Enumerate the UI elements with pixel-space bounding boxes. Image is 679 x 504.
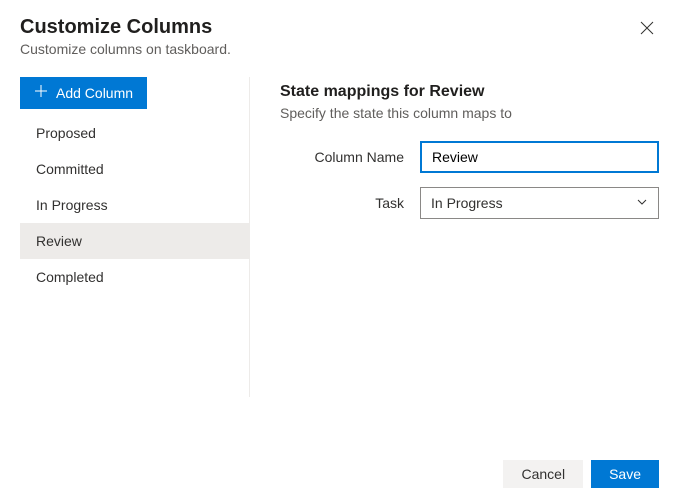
column-item-in-progress[interactable]: In Progress	[20, 187, 249, 223]
cancel-button[interactable]: Cancel	[503, 460, 583, 488]
task-select-display: In Progress	[420, 187, 659, 219]
column-item-proposed[interactable]: Proposed	[20, 115, 249, 151]
column-item-label: Proposed	[36, 125, 96, 141]
plus-icon	[34, 84, 48, 102]
dialog-footer: Cancel Save	[20, 444, 659, 488]
task-label: Task	[280, 195, 420, 211]
dialog-subtitle: Customize columns on taskboard.	[20, 41, 231, 57]
column-name-input[interactable]	[420, 141, 659, 173]
columns-sidebar: Add Column Proposed Committed In Progres…	[20, 77, 250, 397]
column-item-label: Committed	[36, 161, 104, 177]
dialog-body: Add Column Proposed Committed In Progres…	[20, 77, 659, 444]
save-button[interactable]: Save	[591, 460, 659, 488]
header-text: Customize Columns Customize columns on t…	[20, 16, 231, 57]
column-item-label: Completed	[36, 269, 104, 285]
column-item-committed[interactable]: Committed	[20, 151, 249, 187]
column-item-review[interactable]: Review	[20, 223, 249, 259]
column-name-label: Column Name	[280, 149, 420, 165]
task-select-value: In Progress	[431, 195, 503, 211]
add-column-label: Add Column	[56, 85, 133, 101]
column-list: Proposed Committed In Progress Review Co…	[20, 115, 249, 295]
panel-subtitle: Specify the state this column maps to	[280, 105, 659, 121]
task-row: Task In Progress	[280, 187, 659, 219]
close-button[interactable]	[635, 16, 659, 40]
column-name-row: Column Name	[280, 141, 659, 173]
column-item-label: In Progress	[36, 197, 108, 213]
main-panel: State mappings for Review Specify the st…	[250, 77, 659, 444]
dialog-title: Customize Columns	[20, 16, 231, 39]
panel-heading: State mappings for Review	[280, 83, 659, 101]
chevron-down-icon	[636, 195, 648, 211]
dialog-header: Customize Columns Customize columns on t…	[20, 16, 659, 57]
customize-columns-dialog: Customize Columns Customize columns on t…	[0, 0, 679, 504]
column-item-label: Review	[36, 233, 82, 249]
task-select[interactable]: In Progress	[420, 187, 659, 219]
add-column-button[interactable]: Add Column	[20, 77, 147, 109]
column-item-completed[interactable]: Completed	[20, 259, 249, 295]
close-icon	[639, 24, 655, 39]
